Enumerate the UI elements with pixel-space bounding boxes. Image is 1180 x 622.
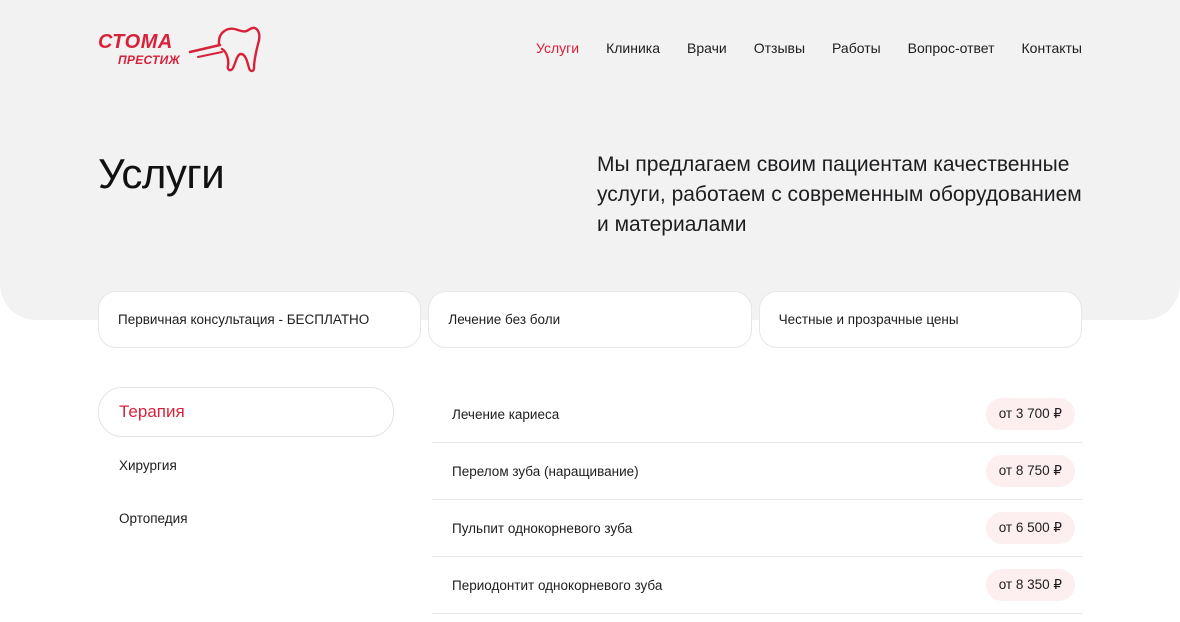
service-name: Периодонтит однокорневого зуба: [452, 577, 663, 593]
site-header: СТОМА ПРЕСТИЖ Услуги Клиника Врачи Отзыв…: [98, 22, 1082, 74]
nav-item-services[interactable]: Услуги: [536, 40, 579, 56]
service-row[interactable]: Периодонтит однокорневого зуба от 8 350 …: [432, 557, 1082, 614]
service-row[interactable]: Лечение кариеса от 3 700 ₽: [432, 386, 1082, 443]
service-name: Перелом зуба (наращивание): [452, 463, 639, 479]
category-surgery[interactable]: Хирургия: [98, 440, 394, 490]
nav-item-works[interactable]: Работы: [832, 40, 881, 56]
service-name: Пульпит однокорневого зуба: [452, 520, 633, 536]
feature-card: Честные и прозрачные цены: [758, 291, 1082, 348]
feature-cards: Первичная консультация - БЕСПЛАТНО Лечен…: [98, 291, 1082, 348]
page: СТОМА ПРЕСТИЖ Услуги Клиника Врачи Отзыв…: [0, 0, 1180, 622]
main-nav: Услуги Клиника Врачи Отзывы Работы Вопро…: [536, 40, 1082, 56]
category-therapy[interactable]: Терапия: [98, 387, 394, 437]
nav-item-clinic[interactable]: Клиника: [606, 40, 660, 56]
nav-item-contacts[interactable]: Контакты: [1022, 40, 1082, 56]
service-list: Лечение кариеса от 3 700 ₽ Перелом зуба …: [432, 386, 1082, 614]
nav-item-faq[interactable]: Вопрос-ответ: [908, 40, 995, 56]
service-name: Лечение кариеса: [452, 406, 560, 422]
logo-text-top: СТОМА: [98, 31, 173, 53]
service-row[interactable]: Пульпит однокорневого зуба от 6 500 ₽: [432, 500, 1082, 557]
category-orthopedics[interactable]: Ортопедия: [98, 493, 394, 543]
logo[interactable]: СТОМА ПРЕСТИЖ: [98, 22, 263, 74]
logo-text-bottom: ПРЕСТИЖ: [118, 53, 181, 67]
service-row[interactable]: Перелом зуба (наращивание) от 8 750 ₽: [432, 443, 1082, 500]
price-badge: от 8 350 ₽: [985, 569, 1075, 601]
price-badge: от 3 700 ₽: [985, 398, 1075, 430]
feature-card: Первичная консультация - БЕСПЛАТНО: [98, 291, 422, 348]
price-badge: от 8 750 ₽: [985, 455, 1075, 487]
nav-item-reviews[interactable]: Отзывы: [754, 40, 805, 56]
nav-item-doctors[interactable]: Врачи: [687, 40, 727, 56]
page-title: Услуги: [98, 150, 225, 197]
service-categories: Терапия Хирургия Ортопедия: [98, 387, 394, 546]
hero-description: Мы предлагаем своим пациентам качественн…: [597, 153, 1082, 236]
price-badge: от 6 500 ₽: [985, 512, 1075, 544]
feature-card: Лечение без боли: [428, 291, 752, 348]
